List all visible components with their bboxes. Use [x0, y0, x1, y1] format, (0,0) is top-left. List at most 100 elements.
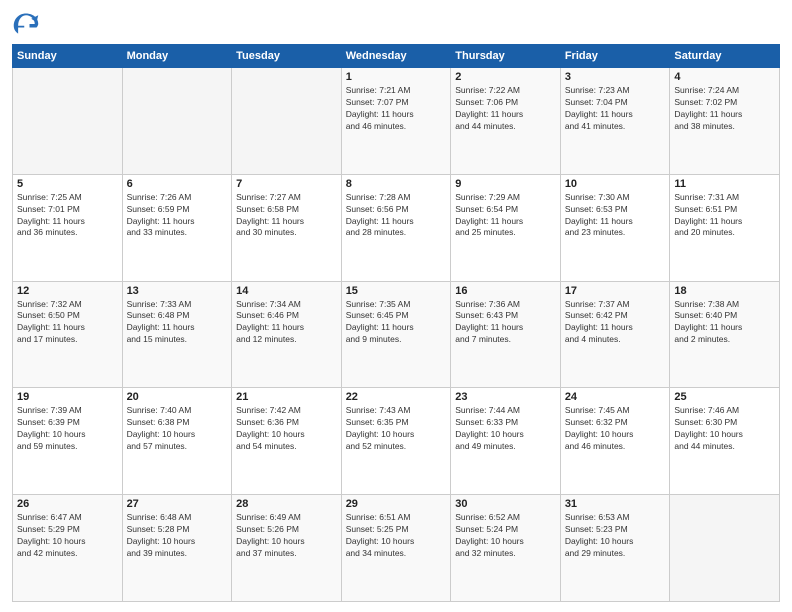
day-number: 29: [346, 498, 447, 510]
calendar-cell: 2Sunrise: 7:22 AM Sunset: 7:06 PM Daylig…: [451, 68, 561, 175]
day-info: Sunrise: 7:25 AM Sunset: 7:01 PM Dayligh…: [17, 192, 118, 240]
calendar-cell: 1 Sunrise: 7:21 AM Sunset: 7:07 PM Daylig…: [341, 68, 451, 175]
day-number: 13: [127, 285, 228, 297]
header: [12, 10, 780, 38]
calendar-cell: 24Sunrise: 7:45 AM Sunset: 6:32 PM Dayli…: [560, 388, 670, 495]
calendar-cell: 3 Sunrise: 7:23 AM Sunset: 7:04 PM Daylig…: [560, 68, 670, 175]
day-info: Sunrise: 7:32 AM Sunset: 6:50 PM Dayligh…: [17, 299, 118, 347]
day-number: 11: [674, 178, 775, 190]
day-info: Sunrise: 7:44 AM Sunset: 6:33 PM Dayligh…: [455, 405, 556, 453]
calendar-week-row: 26 Sunrise: 6:47 AM Sunset: 5:29 PM Dayli…: [13, 495, 780, 602]
day-info: Sunrise: 7:35 AM Sunset: 6:45 PM Dayligh…: [346, 299, 447, 347]
calendar-cell: [122, 68, 232, 175]
day-info: Sunrise: 6:49 AM Sunset: 5:26 PM Dayligh…: [236, 512, 337, 560]
day-info: Sunrise: 7:42 AM Sunset: 6:36 PM Dayligh…: [236, 405, 337, 453]
day-info: Sunrise: 6:53 AM Sunset: 5:23 PM Dayligh…: [565, 512, 666, 560]
logo-icon: [12, 10, 40, 38]
calendar-cell: 18Sunrise: 7:38 AM Sunset: 6:40 PM Dayli…: [670, 281, 780, 388]
calendar-cell: 26 Sunrise: 6:47 AM Sunset: 5:29 PM Dayli…: [13, 495, 123, 602]
calendar-cell: 17 Sunrise: 7:37 AM Sunset: 6:42 PM Dayli…: [560, 281, 670, 388]
calendar-week-row: 12 Sunrise: 7:32 AM Sunset: 6:50 PM Dayli…: [13, 281, 780, 388]
calendar-week-row: 19 Sunrise: 7:39 AM Sunset: 6:39 PM Dayli…: [13, 388, 780, 495]
day-number: 19: [17, 391, 118, 403]
day-number: 3: [565, 71, 666, 83]
day-info: Sunrise: 7:23 AM Sunset: 7:04 PM Dayligh…: [565, 85, 666, 133]
calendar-cell: 23 Sunrise: 7:44 AM Sunset: 6:33 PM Dayli…: [451, 388, 561, 495]
calendar-cell: 10 Sunrise: 7:30 AM Sunset: 6:53 PM Dayli…: [560, 174, 670, 281]
day-info: Sunrise: 6:48 AM Sunset: 5:28 PM Dayligh…: [127, 512, 228, 560]
calendar-cell: 25 Sunrise: 7:46 AM Sunset: 6:30 PM Dayli…: [670, 388, 780, 495]
calendar-cell: 16 Sunrise: 7:36 AM Sunset: 6:43 PM Dayli…: [451, 281, 561, 388]
calendar-cell: 20Sunrise: 7:40 AM Sunset: 6:38 PM Dayli…: [122, 388, 232, 495]
logo: [12, 10, 44, 38]
day-number: 16: [455, 285, 556, 297]
calendar-week-row: 5 Sunrise: 7:25 AM Sunset: 7:01 PM Daylig…: [13, 174, 780, 281]
day-number: 26: [17, 498, 118, 510]
day-number: 22: [346, 391, 447, 403]
calendar-cell: 8 Sunrise: 7:28 AM Sunset: 6:56 PM Daylig…: [341, 174, 451, 281]
calendar-cell: 31 Sunrise: 6:53 AM Sunset: 5:23 PM Dayli…: [560, 495, 670, 602]
day-info: Sunrise: 6:51 AM Sunset: 5:25 PM Dayligh…: [346, 512, 447, 560]
calendar-cell: 15Sunrise: 7:35 AM Sunset: 6:45 PM Dayli…: [341, 281, 451, 388]
weekday-header: Saturday: [670, 45, 780, 68]
calendar-cell: [670, 495, 780, 602]
day-info: Sunrise: 7:31 AM Sunset: 6:51 PM Dayligh…: [674, 192, 775, 240]
calendar-header: SundayMondayTuesdayWednesdayThursdayFrid…: [13, 45, 780, 68]
day-info: Sunrise: 7:26 AM Sunset: 6:59 PM Dayligh…: [127, 192, 228, 240]
calendar-cell: 30Sunrise: 6:52 AM Sunset: 5:24 PM Dayli…: [451, 495, 561, 602]
day-number: 5: [17, 178, 118, 190]
day-number: 12: [17, 285, 118, 297]
day-number: 10: [565, 178, 666, 190]
day-info: Sunrise: 7:21 AM Sunset: 7:07 PM Dayligh…: [346, 85, 447, 133]
day-number: 20: [127, 391, 228, 403]
day-number: 17: [565, 285, 666, 297]
calendar-cell: 14 Sunrise: 7:34 AM Sunset: 6:46 PM Dayli…: [232, 281, 342, 388]
calendar-table: SundayMondayTuesdayWednesdayThursdayFrid…: [12, 44, 780, 602]
day-info: Sunrise: 7:29 AM Sunset: 6:54 PM Dayligh…: [455, 192, 556, 240]
day-info: Sunrise: 7:46 AM Sunset: 6:30 PM Dayligh…: [674, 405, 775, 453]
calendar-cell: 5 Sunrise: 7:25 AM Sunset: 7:01 PM Daylig…: [13, 174, 123, 281]
calendar-cell: 27 Sunrise: 6:48 AM Sunset: 5:28 PM Dayli…: [122, 495, 232, 602]
day-number: 31: [565, 498, 666, 510]
day-number: 1: [346, 71, 447, 83]
calendar-cell: 19 Sunrise: 7:39 AM Sunset: 6:39 PM Dayli…: [13, 388, 123, 495]
day-info: Sunrise: 7:39 AM Sunset: 6:39 PM Dayligh…: [17, 405, 118, 453]
day-number: 21: [236, 391, 337, 403]
calendar-cell: 6Sunrise: 7:26 AM Sunset: 6:59 PM Daylig…: [122, 174, 232, 281]
calendar-cell: 28 Sunrise: 6:49 AM Sunset: 5:26 PM Dayli…: [232, 495, 342, 602]
calendar-page: SundayMondayTuesdayWednesdayThursdayFrid…: [0, 0, 792, 612]
day-number: 7: [236, 178, 337, 190]
day-info: Sunrise: 7:27 AM Sunset: 6:58 PM Dayligh…: [236, 192, 337, 240]
calendar-cell: 11 Sunrise: 7:31 AM Sunset: 6:51 PM Dayli…: [670, 174, 780, 281]
day-info: Sunrise: 7:37 AM Sunset: 6:42 PM Dayligh…: [565, 299, 666, 347]
day-number: 27: [127, 498, 228, 510]
day-info: Sunrise: 7:28 AM Sunset: 6:56 PM Dayligh…: [346, 192, 447, 240]
weekday-header: Wednesday: [341, 45, 451, 68]
calendar-body: 1 Sunrise: 7:21 AM Sunset: 7:07 PM Daylig…: [13, 68, 780, 602]
day-info: Sunrise: 7:24 AM Sunset: 7:02 PM Dayligh…: [674, 85, 775, 133]
calendar-cell: 7 Sunrise: 7:27 AM Sunset: 6:58 PM Daylig…: [232, 174, 342, 281]
weekday-header: Sunday: [13, 45, 123, 68]
day-info: Sunrise: 7:34 AM Sunset: 6:46 PM Dayligh…: [236, 299, 337, 347]
day-number: 28: [236, 498, 337, 510]
calendar-cell: 12 Sunrise: 7:32 AM Sunset: 6:50 PM Dayli…: [13, 281, 123, 388]
day-info: Sunrise: 7:30 AM Sunset: 6:53 PM Dayligh…: [565, 192, 666, 240]
day-info: Sunrise: 7:36 AM Sunset: 6:43 PM Dayligh…: [455, 299, 556, 347]
day-info: Sunrise: 6:47 AM Sunset: 5:29 PM Dayligh…: [17, 512, 118, 560]
calendar-cell: 4 Sunrise: 7:24 AM Sunset: 7:02 PM Daylig…: [670, 68, 780, 175]
calendar-cell: [232, 68, 342, 175]
calendar-cell: 29 Sunrise: 6:51 AM Sunset: 5:25 PM Dayli…: [341, 495, 451, 602]
calendar-cell: [13, 68, 123, 175]
calendar-cell: 9Sunrise: 7:29 AM Sunset: 6:54 PM Daylig…: [451, 174, 561, 281]
day-info: Sunrise: 7:22 AM Sunset: 7:06 PM Dayligh…: [455, 85, 556, 133]
day-number: 23: [455, 391, 556, 403]
day-number: 4: [674, 71, 775, 83]
day-number: 30: [455, 498, 556, 510]
day-number: 8: [346, 178, 447, 190]
calendar-cell: 22Sunrise: 7:43 AM Sunset: 6:35 PM Dayli…: [341, 388, 451, 495]
weekday-header: Tuesday: [232, 45, 342, 68]
day-number: 14: [236, 285, 337, 297]
day-info: Sunrise: 7:38 AM Sunset: 6:40 PM Dayligh…: [674, 299, 775, 347]
day-number: 25: [674, 391, 775, 403]
calendar-cell: 13Sunrise: 7:33 AM Sunset: 6:48 PM Dayli…: [122, 281, 232, 388]
